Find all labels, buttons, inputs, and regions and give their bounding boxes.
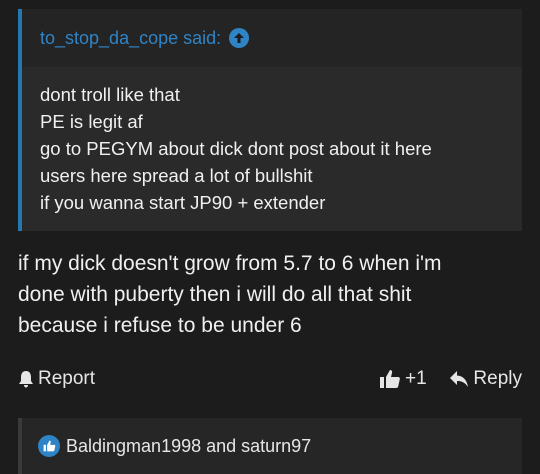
reply-icon [449,370,469,388]
like-button[interactable]: +1 [379,368,427,390]
post-line: because i refuse to be under 6 [18,314,302,337]
thumbs-up-icon [379,369,401,389]
like-reaction-icon [38,435,60,457]
reactions-text[interactable]: Baldingman1998 and saturn97 [66,436,311,457]
post-actions: Report +1 Reply [18,364,522,396]
report-button[interactable]: Report [18,368,95,390]
post-line: if my dick doesn't grow from 5.7 to 6 wh… [18,252,442,275]
like-label: +1 [405,368,427,389]
post-line: done with puberty then i will do all tha… [18,283,412,306]
quote-line: PE is legit af [40,111,143,132]
quote-line: go to PEGYM about dick dont post about i… [40,138,432,159]
bell-icon [18,370,34,388]
post-body: if my dick doesn't grow from 5.7 to 6 wh… [18,248,523,341]
reactions-bar[interactable]: Baldingman1998 and saturn97 [18,418,522,474]
quote-line: if you wanna start JP90 + extender [40,192,326,213]
quote-block: to_stop_da_cope said: dont troll like th… [18,9,522,231]
quote-author-label[interactable]: to_stop_da_cope said: [40,28,221,49]
quote-header[interactable]: to_stop_da_cope said: [22,9,522,67]
quote-body: dont troll like that PE is legit af go t… [22,67,522,231]
quote-line: users here spread a lot of bullshit [40,165,313,186]
reply-button[interactable]: Reply [449,368,522,390]
arrow-up-icon[interactable] [229,28,250,48]
quote-line: dont troll like that [40,84,180,105]
report-label: Report [38,368,96,389]
reply-label: Reply [473,368,522,389]
